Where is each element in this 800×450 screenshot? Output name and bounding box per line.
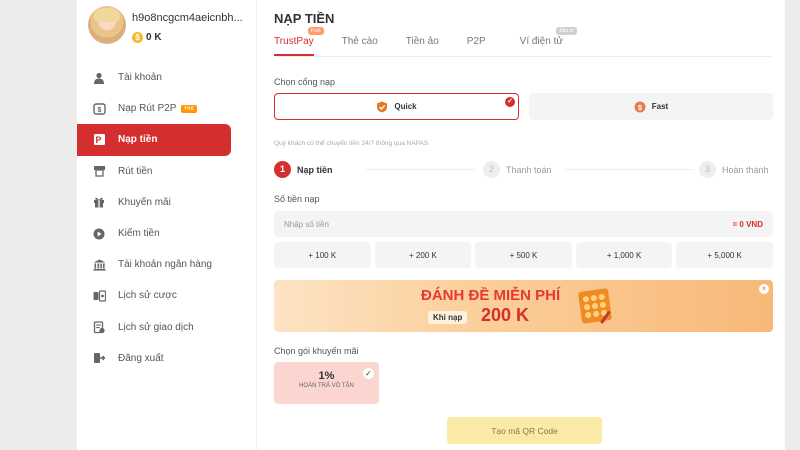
step-number: 1: [274, 161, 291, 178]
user-icon: [91, 70, 107, 86]
sidebar-item-bank-account[interactable]: Tài khoản ngân hàng: [77, 249, 255, 280]
sidebar: h9o8ncgcm4aeicnbh... $ 0 K Tài khoản $ N…: [77, 0, 255, 450]
svg-text:$: $: [97, 107, 101, 114]
amount-vnd: = 0 VND: [732, 219, 763, 229]
withdraw-icon: [91, 163, 107, 179]
amount-label: Số tiền nạp: [274, 194, 320, 204]
step-payment: 2 Thanh toán: [483, 161, 552, 178]
gateway-label: Fast: [651, 102, 669, 111]
shield-icon: [376, 101, 388, 113]
play-icon: [91, 226, 107, 242]
maintenance-badge: Bảo trì: [556, 27, 578, 35]
banner-amount: 200 K: [481, 305, 530, 325]
banner-title: ĐÁNH ĐỀ MIỄN PHÍ: [421, 287, 561, 304]
quick-amount-5000k-button[interactable]: + 5,000 K: [676, 242, 773, 268]
napas-note: Quý khách có thể chuyển tiền 24/7 thông …: [274, 140, 429, 147]
lottery-board-icon: [578, 288, 612, 324]
banner-subtitle: Khi nạp: [428, 311, 468, 324]
step-connector: [564, 169, 694, 170]
sidebar-item-label: Đăng xuất: [118, 352, 164, 364]
sidebar-item-label: Rút tiền: [118, 165, 153, 177]
transaction-history-icon: [91, 319, 107, 335]
logout-icon: [91, 350, 107, 366]
tabs-divider: [274, 56, 772, 57]
user-profile: h9o8ncgcm4aeicnbh... $ 0 K: [88, 6, 248, 50]
balance-value: 0 K: [146, 32, 162, 43]
gateway-label: Chọn cổng nạp: [274, 77, 336, 87]
balance: $ 0 K: [132, 32, 162, 43]
quick-amount-500k-button[interactable]: + 500 K: [475, 242, 572, 268]
avatar[interactable]: [88, 6, 126, 44]
step-complete: 3 Hoàn thành: [699, 161, 769, 178]
tab-label: Tiền ảo: [405, 36, 439, 47]
sidebar-item-bet-history[interactable]: Lịch sử cược: [77, 280, 255, 311]
coin-icon: $: [132, 32, 143, 43]
tab-label: TrustPay: [274, 36, 314, 47]
quick-amounts: + 100 K + 200 K + 500 K + 1,000 K + 5,00…: [274, 242, 773, 268]
sidebar-item-label: Nạp Rút P2P: [118, 103, 177, 115]
tab-badge: Fast: [307, 27, 324, 35]
check-icon: ✓: [363, 368, 374, 379]
deposit-icon: P: [91, 132, 107, 148]
sidebar-item-label: Khuyến mãi: [118, 196, 171, 208]
tab-label: Thẻ cào: [341, 36, 378, 47]
sidebar-item-logout[interactable]: Đăng xuất: [77, 343, 255, 374]
step-label: Thanh toán: [506, 164, 552, 175]
sidebar-item-label: Nạp tiền: [118, 134, 158, 146]
tab-label: Ví điện tử: [519, 36, 564, 47]
sidebar-item-label: Tài khoản ngân hàng: [118, 259, 212, 271]
username: h9o8ncgcm4aeicnbh...: [132, 12, 243, 24]
step-number: 3: [699, 161, 716, 178]
sidebar-item-account[interactable]: Tài khoản: [77, 62, 255, 93]
create-qr-button[interactable]: Tạo mã QR Code: [447, 417, 602, 444]
sidebar-item-label: Kiếm tiền: [118, 228, 160, 240]
sidebar-menu: Tài khoản $ Nạp Rút P2P Hot P Nạp tiền R…: [77, 62, 255, 374]
sidebar-item-label: Tài khoản: [118, 72, 162, 84]
fast-icon: $: [634, 101, 646, 113]
sidebar-item-label: Lịch sử cược: [118, 290, 177, 302]
tab-trustpay[interactable]: TrustPay Fast: [274, 27, 324, 56]
deposit-steps: 1 Nạp tiền 2 Thanh toán 3 Hoàn thành: [274, 161, 773, 179]
bet-history-icon: [91, 288, 107, 304]
sidebar-item-earn[interactable]: Kiếm tiền: [77, 218, 255, 249]
selected-check-icon: ✓: [505, 97, 515, 107]
promo-description: HOÀN TRẢ VÔ TẬN: [299, 383, 354, 389]
amount-placeholder: Nhập số tiền: [284, 219, 329, 229]
sidebar-item-withdraw[interactable]: Rút tiền: [77, 156, 255, 187]
main-panel: NẠP TIỀN TrustPay Fast Thẻ cào Tiền ảo P…: [256, 0, 785, 450]
gateway-label: Quick: [394, 102, 417, 111]
quick-amount-1000k-button[interactable]: + 1,000 K: [575, 242, 673, 268]
gateway-quick-button[interactable]: Quick ✓: [274, 93, 519, 120]
sidebar-item-promotions[interactable]: Khuyến mãi: [77, 187, 255, 218]
step-deposit: 1 Nạp tiền: [274, 161, 333, 178]
quick-amount-200k-button[interactable]: + 200 K: [374, 242, 472, 268]
tab-e-wallet[interactable]: Ví điện tử Bảo trì: [519, 27, 578, 56]
tab-scratch-card[interactable]: Thẻ cào: [342, 36, 378, 56]
sidebar-item-p2p[interactable]: $ Nạp Rút P2P Hot: [77, 93, 255, 124]
step-label: Nạp tiền: [297, 164, 333, 175]
bank-icon: [91, 257, 107, 273]
step-connector: [366, 169, 476, 170]
gateway-fast-button[interactable]: $ Fast: [529, 93, 773, 120]
step-number: 2: [483, 161, 500, 178]
sidebar-item-transaction-history[interactable]: Lịch sử giao dịch: [77, 312, 255, 343]
page-title: NẠP TIỀN: [274, 11, 335, 26]
promo-banner[interactable]: ĐÁNH ĐỀ MIỄN PHÍ Khi nạp 200 K ×: [274, 280, 773, 332]
sidebar-item-label: Lịch sử giao dịch: [118, 321, 194, 333]
p2p-icon: $: [91, 101, 107, 117]
tab-p2p[interactable]: P2P: [467, 36, 486, 56]
banner-close-icon[interactable]: ×: [759, 284, 769, 294]
promo-label: Chọn gói khuyến mãi: [274, 346, 359, 356]
quick-amount-100k-button[interactable]: + 100 K: [274, 242, 371, 268]
step-label: Hoàn thành: [722, 164, 769, 175]
sidebar-item-deposit[interactable]: P Nạp tiền: [77, 124, 231, 156]
gift-icon: [91, 194, 107, 210]
hot-badge: Hot: [181, 104, 197, 113]
tab-crypto[interactable]: Tiền ảo: [406, 36, 439, 56]
tab-label: P2P: [466, 36, 486, 47]
promo-package-card[interactable]: 1% HOÀN TRẢ VÔ TẬN ✓: [274, 362, 379, 404]
svg-text:P: P: [95, 135, 101, 145]
deposit-tabs: TrustPay Fast Thẻ cào Tiền ảo P2P Ví điệ…: [274, 27, 591, 56]
amount-input[interactable]: Nhập số tiền = 0 VND: [274, 211, 773, 237]
